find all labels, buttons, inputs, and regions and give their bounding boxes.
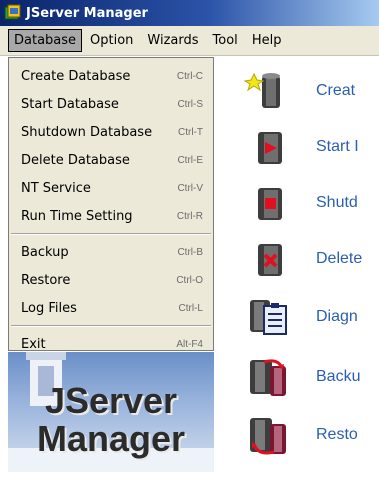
menu-item-log-files[interactable]: Log Files Ctrl-L — [9, 294, 213, 322]
diagnose-icon — [244, 296, 294, 338]
menu-database[interactable]: Database — [8, 29, 83, 52]
tool-shutdown[interactable]: Shutd — [244, 182, 358, 224]
menu-item-label: Shutdown Database — [21, 124, 153, 140]
menu-item-label: NT Service — [21, 180, 91, 196]
tool-restore[interactable]: Resto — [244, 414, 358, 456]
menu-bar: Database Option Wizards Tool Help — [0, 26, 379, 56]
tool-diagnose-label: Diagn — [316, 308, 358, 325]
menu-item-label: Log Files — [21, 300, 77, 316]
menu-item-shortcut: Ctrl-L — [178, 302, 203, 314]
menu-item-shortcut: Ctrl-T — [178, 126, 203, 138]
menu-item-shortcut: Ctrl-C — [176, 70, 203, 82]
menu-item-shutdown-database[interactable]: Shutdown Database Ctrl-T — [9, 118, 213, 146]
window-title: JServer Manager — [26, 5, 148, 21]
tool-diagnose[interactable]: Diagn — [244, 296, 358, 338]
app-window: JServer Manager Database Option Wizards … — [0, 0, 379, 478]
tool-shutdown-label: Shutd — [316, 194, 358, 211]
tool-create[interactable]: Creat — [243, 70, 356, 112]
tool-start-label: Start I — [316, 138, 359, 155]
restore-icon — [244, 414, 294, 456]
menu-item-label: Delete Database — [21, 152, 130, 168]
menu-item-create-database[interactable]: Create Database Ctrl-C — [9, 62, 213, 90]
menu-wizards[interactable]: Wizards — [141, 29, 204, 52]
menu-item-exit[interactable]: Exit Alt-F4 — [9, 330, 213, 358]
menu-item-nt-service[interactable]: NT Service Ctrl-V — [9, 174, 213, 202]
tool-backup-label: Backu — [316, 368, 361, 385]
menu-help[interactable]: Help — [246, 29, 288, 52]
title-bar[interactable]: JServer Manager — [0, 0, 379, 26]
menu-tool[interactable]: Tool — [207, 29, 244, 52]
tool-start[interactable]: Start I — [244, 126, 359, 168]
shutdown-database-icon — [244, 182, 294, 224]
menu-item-run-time-setting[interactable]: Run Time Setting Ctrl-R — [9, 202, 213, 230]
backup-icon — [244, 356, 294, 398]
tool-create-label: Creat — [316, 82, 356, 99]
menu-item-backup[interactable]: Backup Ctrl-B — [9, 238, 213, 266]
tool-restore-label: Resto — [316, 426, 358, 443]
menu-item-shortcut: Ctrl-E — [177, 154, 203, 166]
logo-line-1: JServer — [44, 380, 178, 421]
menu-item-label: Start Database — [21, 96, 119, 112]
tool-delete[interactable]: Delete — [244, 238, 362, 280]
menu-separator — [11, 233, 211, 235]
menu-item-label: Restore — [21, 272, 71, 288]
menu-item-label: Create Database — [21, 68, 131, 84]
database-menu-dropdown: Create Database Ctrl-C Start Database Ct… — [8, 57, 214, 352]
menu-option[interactable]: Option — [84, 29, 139, 52]
menu-item-label: Exit — [21, 336, 46, 352]
menu-separator — [11, 325, 211, 327]
menu-item-label: Run Time Setting — [21, 208, 133, 224]
delete-database-icon — [244, 238, 294, 280]
menu-item-delete-database[interactable]: Delete Database Ctrl-E — [9, 146, 213, 174]
menu-item-shortcut: Ctrl-R — [176, 210, 203, 222]
menu-item-start-database[interactable]: Start Database Ctrl-S — [9, 90, 213, 118]
menu-item-shortcut: Ctrl-S — [177, 98, 203, 110]
menu-item-restore[interactable]: Restore Ctrl-O — [9, 266, 213, 294]
tool-backup[interactable]: Backu — [244, 356, 360, 398]
start-database-icon — [244, 126, 294, 168]
jserver-logo: JServer Manager — [8, 352, 214, 472]
create-database-icon — [243, 70, 294, 112]
menu-item-shortcut: Ctrl-B — [177, 246, 203, 258]
menu-item-shortcut: Ctrl-V — [177, 182, 203, 194]
menu-item-shortcut: Alt-F4 — [176, 338, 203, 350]
app-icon — [4, 4, 22, 22]
menu-item-shortcut: Ctrl-O — [176, 274, 203, 286]
menu-item-label: Backup — [21, 244, 69, 260]
tool-delete-label: Delete — [316, 250, 363, 267]
logo-line-2: Manager — [36, 418, 186, 459]
logo-text: JServer Manager — [8, 382, 214, 458]
